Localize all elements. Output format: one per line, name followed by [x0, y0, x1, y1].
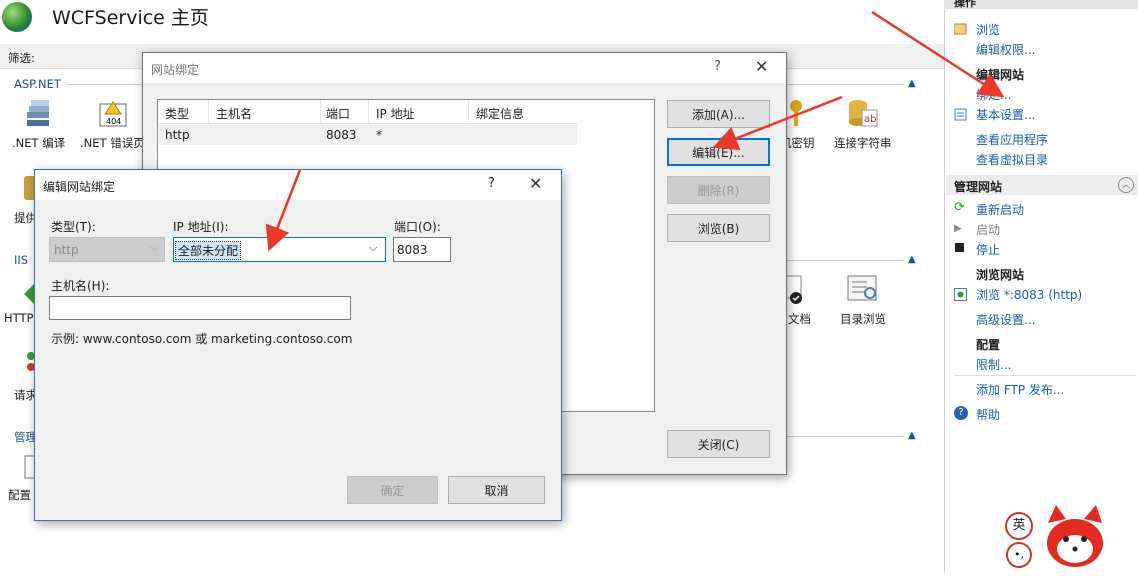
- arrow-to-edit-button: [712, 95, 843, 151]
- annotation-arrows: [265, 10, 1005, 252]
- arrow-to-bindings: [871, 10, 1005, 98]
- arrow-to-ip-field: [265, 169, 302, 252]
